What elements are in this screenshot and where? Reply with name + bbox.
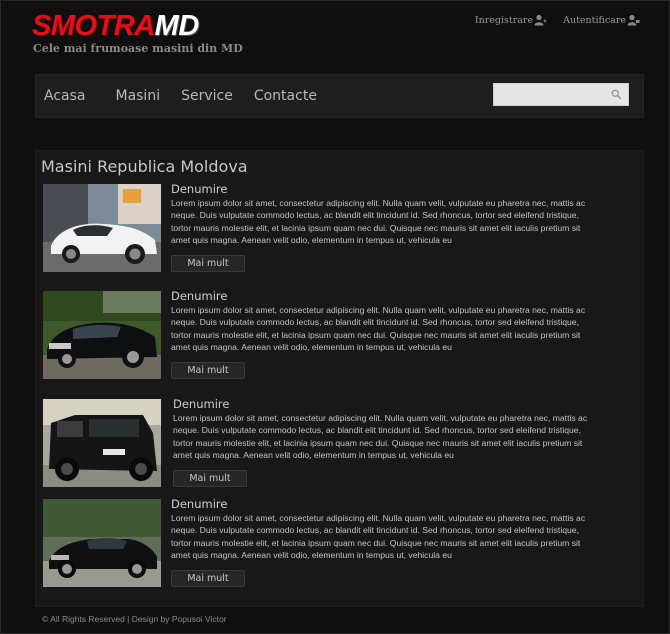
logo-part-1: SMOTRA: [32, 10, 155, 42]
more-button[interactable]: Mai mult: [171, 362, 245, 379]
car-title: Denumire: [171, 497, 228, 511]
page-title: Masini Republica Moldova: [41, 157, 248, 176]
footer-text: © All Rights Reserved | Design by Popuso…: [42, 614, 227, 624]
login-link[interactable]: Autentificare: [563, 14, 640, 26]
car-description: Lorem ipsum dolor sit amet, consectetur …: [171, 198, 586, 245]
nav-item-masini[interactable]: Masini: [115, 88, 160, 104]
search-icon[interactable]: [611, 89, 622, 100]
car-item: Denumire Lorem ipsum dolor sit amet, con…: [43, 289, 633, 391]
more-button[interactable]: Mai mult: [173, 470, 247, 487]
user-login-icon: [627, 14, 640, 26]
nav-item-service[interactable]: Service: [181, 88, 233, 104]
car-thumbnail[interactable]: [43, 399, 161, 487]
main-menu: Acasa Masini Service Contacte: [44, 75, 338, 117]
user-add-icon: [534, 14, 547, 26]
car-item: Denumire Lorem ipsum dolor sit amet, con…: [43, 182, 633, 284]
car-item: Denumire Lorem ipsum dolor sit amet, con…: [43, 397, 633, 499]
search-box: [493, 83, 629, 107]
car-description: Lorem ipsum dolor sit amet, consectetur …: [171, 513, 586, 560]
car-description: Lorem ipsum dolor sit amet, consectetur …: [173, 413, 588, 460]
logo[interactable]: SMOTRAMD: [32, 10, 199, 42]
logo-part-2: MD: [154, 10, 200, 42]
account-links: Inregistrare Autentificare: [475, 14, 640, 26]
nav-item-acasa[interactable]: Acasa: [44, 88, 85, 104]
tagline: Cele mai frumoase masini din MD: [33, 42, 243, 55]
car-title: Denumire: [171, 182, 228, 196]
nav-item-contacte[interactable]: Contacte: [254, 88, 317, 104]
car-thumbnail[interactable]: [43, 184, 161, 272]
car-description: Lorem ipsum dolor sit amet, consectetur …: [171, 305, 586, 352]
content-panel: Masini Republica Moldova Denumire Lorem …: [35, 150, 644, 607]
more-button[interactable]: Mai mult: [171, 570, 245, 587]
car-title: Denumire: [173, 397, 230, 411]
navbar: Acasa Masini Service Contacte: [35, 74, 644, 118]
register-link[interactable]: Inregistrare: [475, 14, 547, 26]
login-label: Autentificare: [563, 14, 626, 26]
search-input[interactable]: [494, 86, 604, 107]
car-thumbnail[interactable]: [43, 291, 161, 379]
register-label: Inregistrare: [474, 14, 534, 26]
car-thumbnail[interactable]: [43, 499, 161, 587]
car-title: Denumire: [171, 289, 228, 303]
car-item: Denumire Lorem ipsum dolor sit amet, con…: [43, 497, 633, 599]
more-button[interactable]: Mai mult: [171, 255, 245, 272]
